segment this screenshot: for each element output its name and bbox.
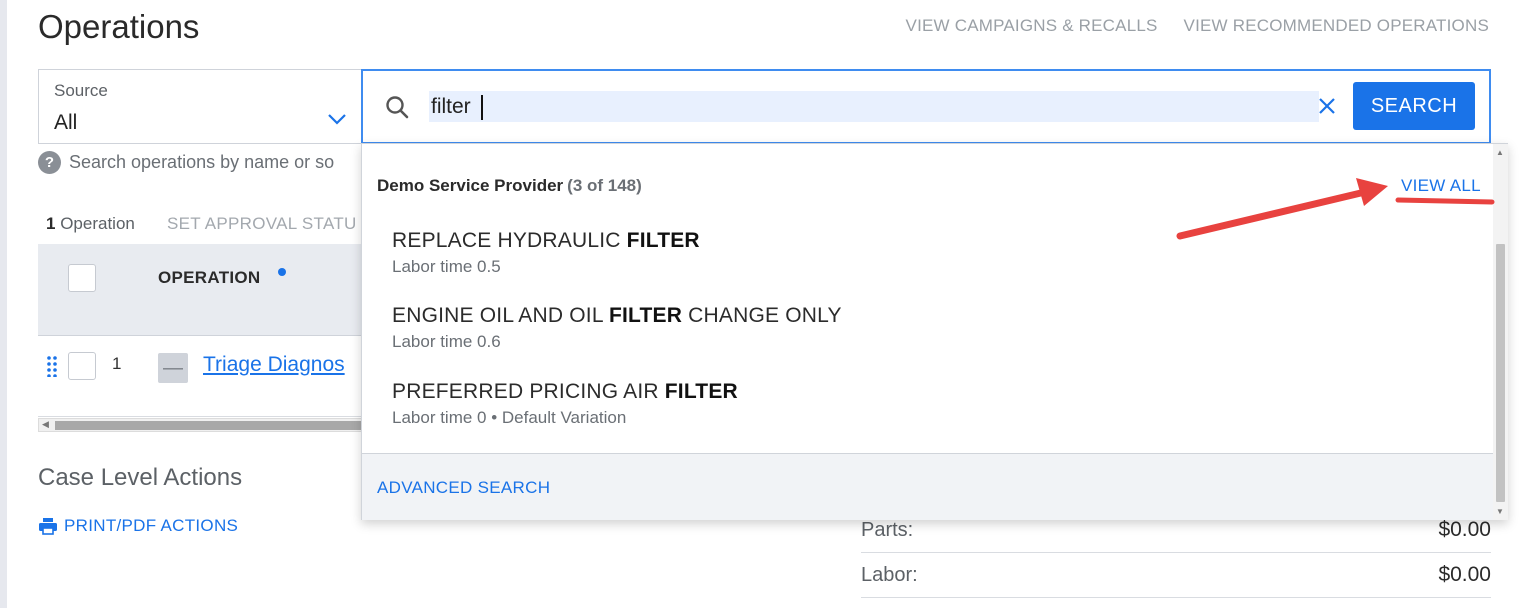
search-result-item[interactable]: ENGINE OIL AND OIL FILTER CHANGE ONLY La… bbox=[392, 304, 842, 352]
select-all-checkbox[interactable] bbox=[68, 264, 96, 292]
source-value: All bbox=[54, 111, 78, 134]
result-title-text: ENGINE OIL AND OIL bbox=[392, 304, 609, 327]
result-title-text: REPLACE HYDRAULIC bbox=[392, 229, 627, 252]
operation-link[interactable]: Triage Diagnos bbox=[203, 353, 345, 377]
provider-name: Demo Service Provider bbox=[377, 176, 564, 195]
search-icon bbox=[386, 96, 409, 119]
total-label: Labor: bbox=[861, 564, 918, 586]
table-row: 1 — Triage Diagnos bbox=[38, 337, 368, 417]
row-checkbox[interactable] bbox=[68, 352, 96, 380]
advanced-search-link[interactable]: ADVANCED SEARCH bbox=[377, 478, 550, 498]
provider-heading: Demo Service Provider (3 of 148) bbox=[377, 176, 642, 196]
result-title-match: FILTER bbox=[626, 229, 700, 252]
operation-count-label: Operation bbox=[55, 214, 135, 233]
drag-handle-icon[interactable] bbox=[46, 355, 58, 377]
printer-icon bbox=[39, 518, 57, 535]
view-campaigns-link[interactable]: VIEW CAMPAIGNS & RECALLS bbox=[906, 16, 1158, 36]
total-value: $0.00 bbox=[1438, 518, 1491, 541]
result-title-match: FILTER bbox=[608, 304, 683, 327]
result-title-text: CHANGE ONLY bbox=[682, 304, 842, 327]
view-recommended-link[interactable]: VIEW RECOMMENDED OPERATIONS bbox=[1184, 16, 1489, 36]
column-operation[interactable]: OPERATION bbox=[158, 268, 261, 288]
sort-indicator-icon bbox=[278, 268, 286, 276]
header-links: VIEW CAMPAIGNS & RECALLS VIEW RECOMMENDE… bbox=[906, 16, 1489, 36]
totals-summary: Parts: $0.00 Labor: $0.00 bbox=[861, 508, 1491, 598]
view-all-link[interactable]: VIEW ALL bbox=[1401, 176, 1481, 196]
result-subtitle: Labor time 0.6 bbox=[392, 332, 501, 351]
result-title: REPLACE HYDRAULIC FILTER bbox=[392, 229, 700, 253]
dropdown-footer: ADVANCED SEARCH bbox=[362, 453, 1493, 520]
text-caret bbox=[481, 95, 483, 120]
scroll-down-icon[interactable]: ▼ bbox=[1496, 507, 1504, 516]
search-button[interactable]: SEARCH bbox=[1353, 82, 1475, 130]
set-approval-status-link[interactable]: SET APPROVAL STATU bbox=[167, 214, 357, 234]
collapse-icon[interactable]: — bbox=[158, 353, 188, 383]
source-select[interactable]: Source All bbox=[38, 69, 362, 144]
page-title: Operations bbox=[38, 8, 200, 45]
question-icon[interactable]: ? bbox=[38, 151, 61, 174]
search-result-item[interactable]: PREFERRED PRICING AIR FILTER Labor time … bbox=[392, 380, 738, 428]
search-result-item[interactable]: REPLACE HYDRAULIC FILTER Labor time 0.5 bbox=[392, 229, 700, 277]
total-label: Parts: bbox=[861, 519, 914, 541]
result-title: ENGINE OIL AND OIL FILTER CHANGE ONLY bbox=[392, 304, 842, 328]
help-text: Search operations by name or so bbox=[69, 152, 335, 172]
scroll-left-icon[interactable]: ◀ bbox=[42, 419, 49, 430]
result-title: PREFERRED PRICING AIR FILTER bbox=[392, 380, 738, 404]
search-results-dropdown: Demo Service Provider (3 of 148) VIEW ALL… bbox=[361, 143, 1508, 520]
total-row-labor: Labor: $0.00 bbox=[861, 553, 1491, 598]
close-icon[interactable] bbox=[1316, 95, 1338, 117]
scroll-up-icon[interactable]: ▲ bbox=[1496, 148, 1504, 157]
operation-count: 1 Operation bbox=[46, 214, 135, 234]
help-row: ? Search operations by name or so bbox=[38, 151, 334, 174]
scrollbar-thumb[interactable] bbox=[55, 421, 365, 430]
horizontal-scrollbar[interactable]: ◀ bbox=[38, 418, 368, 432]
result-title-match: FILTER bbox=[664, 380, 738, 403]
result-subtitle: Labor time 0 • Default Variation bbox=[392, 408, 627, 427]
scrollbar-thumb[interactable] bbox=[1496, 244, 1505, 502]
row-number: 1 bbox=[112, 354, 122, 373]
print-pdf-label: PRINT/PDF ACTIONS bbox=[64, 516, 239, 535]
result-title-text: PREFERRED PRICING AIR bbox=[392, 380, 665, 403]
result-count: (3 of 148) bbox=[567, 176, 642, 195]
result-subtitle: Labor time 0.5 bbox=[392, 257, 501, 276]
chevron-down-icon[interactable] bbox=[326, 110, 348, 128]
vertical-scrollbar[interactable]: ▲ ▼ bbox=[1493, 144, 1508, 520]
search-input[interactable] bbox=[429, 91, 1319, 122]
search-box: SEARCH bbox=[361, 69, 1491, 144]
source-label: Source bbox=[54, 81, 108, 100]
total-value: $0.00 bbox=[1438, 563, 1491, 586]
left-rail bbox=[0, 0, 7, 608]
print-pdf-actions-link[interactable]: PRINT/PDF ACTIONS bbox=[38, 516, 238, 536]
operations-table-header: OPERATION bbox=[38, 244, 368, 336]
case-level-actions-title: Case Level Actions bbox=[38, 464, 243, 491]
